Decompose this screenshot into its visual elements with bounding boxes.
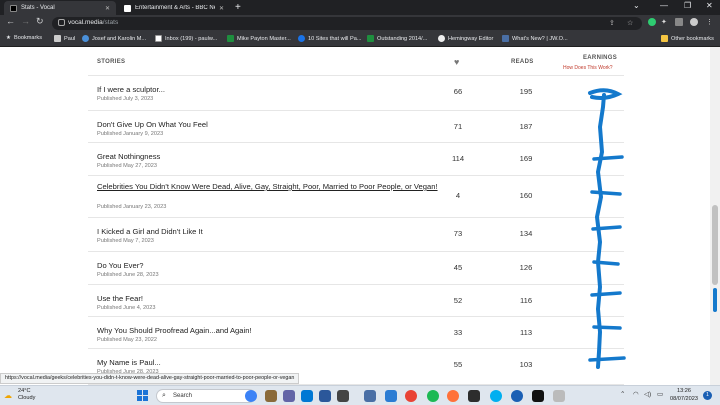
battery-icon[interactable]: ▭ — [657, 390, 663, 398]
folder-icon — [54, 35, 61, 42]
show-hidden-icons-icon[interactable]: ⌃ — [620, 390, 625, 398]
restore-icon[interactable]: ❐ — [684, 1, 691, 10]
bookmark-inbox[interactable]: Inbox (199) - paulw... — [155, 35, 217, 42]
site-icon — [298, 35, 305, 42]
terminal-icon[interactable] — [532, 390, 544, 402]
search-icon: ⌕ — [162, 392, 166, 399]
app-icon[interactable] — [553, 390, 565, 402]
close-tab-icon[interactable]: ✕ — [219, 5, 224, 12]
bookmark-star-icon[interactable]: ☆ — [627, 19, 633, 27]
bookmark-hemingway[interactable]: Hemingway Editor — [438, 35, 493, 42]
start-windows-icon[interactable] — [137, 390, 148, 401]
address-url: vocal.media/stats — [68, 19, 119, 26]
app-icon[interactable] — [468, 390, 480, 402]
outlook-icon[interactable] — [301, 390, 313, 402]
cloud-sun-icon: ☁ — [4, 391, 12, 400]
mail-icon — [155, 35, 162, 42]
bing-icon[interactable] — [245, 390, 257, 402]
hemingway-icon — [438, 35, 445, 42]
profile-avatar[interactable] — [690, 18, 698, 26]
bookmark-josef[interactable]: Josef and Karolin M... — [82, 35, 146, 42]
folder-icon — [661, 35, 668, 42]
blue-mark — [713, 288, 717, 312]
other-bookmarks[interactable]: Other bookmarks — [661, 35, 714, 42]
tab-stats-vocal[interactable]: Stats - Vocal ✕ — [4, 1, 116, 15]
volume-icon[interactable]: ◁) — [644, 390, 651, 398]
sheets-icon — [367, 35, 374, 42]
browser-toolbar: ← → ↻ vocal.media/stats ⇪ ☆ ✦ ⋮ — [0, 15, 720, 32]
spotify-icon[interactable] — [427, 390, 439, 402]
bookmark-jw[interactable]: What's New? | JW.O... — [502, 35, 568, 42]
wifi-icon[interactable]: ◠ — [633, 390, 639, 398]
bookmark-outstanding[interactable]: Outstanding 2014/... — [367, 35, 427, 42]
tab-label: Entertainment & Arts - BBC News — [135, 5, 215, 11]
globe-icon — [82, 35, 89, 42]
bookmark-10sites[interactable]: 10 Sites that will Pa... — [298, 35, 361, 42]
word-icon[interactable] — [319, 390, 331, 402]
forward-icon[interactable]: → — [21, 16, 30, 26]
bookmarks-menu[interactable]: ★ Bookmarks — [6, 35, 42, 41]
app-icon[interactable] — [511, 390, 523, 402]
photos-icon[interactable] — [385, 390, 397, 402]
stats-page: STORIES ♥ READS EARNINGS How Does This W… — [0, 47, 720, 385]
jw-icon — [502, 35, 509, 42]
browser-tab-bar: Stats - Vocal ✕ Entertainment & Arts - B… — [0, 0, 720, 15]
lock-icon — [58, 19, 65, 26]
earnings-scribble-overlay — [588, 88, 626, 369]
close-window-icon[interactable]: ✕ — [706, 1, 713, 10]
clock[interactable]: 13:26 08/07/2023 — [670, 388, 698, 403]
tab-label: Stats - Vocal — [21, 5, 55, 11]
tab-bbc-news[interactable]: Entertainment & Arts - BBC News ✕ — [118, 1, 230, 15]
bookmark-mike[interactable]: Mike Payton Master... — [227, 35, 291, 42]
bbc-favicon-icon — [124, 4, 131, 12]
back-icon[interactable]: ← — [6, 16, 15, 26]
bookmarks-bar: ★ Bookmarks Paul Josef and Karolin M... I… — [0, 32, 720, 47]
notification-badge[interactable]: 1 — [703, 391, 712, 400]
bookmark-paul[interactable]: Paul — [54, 35, 75, 42]
jw-app-icon[interactable] — [364, 390, 376, 402]
sheets-icon — [227, 35, 234, 42]
vocal-favicon-icon — [10, 4, 17, 12]
reload-icon[interactable]: ↻ — [36, 16, 44, 27]
side-panel-icon[interactable] — [675, 18, 683, 26]
minimize-icon[interactable]: — — [660, 1, 668, 10]
star-icon: ★ — [6, 35, 12, 41]
tab-search-icon[interactable]: ⌄ — [633, 1, 640, 10]
status-bar-url: https://vocal.media/geeks/celebrities-yo… — [0, 373, 300, 384]
address-bar[interactable]: vocal.media/stats ⇪ ☆ — [52, 17, 642, 30]
app-icon[interactable] — [337, 390, 349, 402]
teams-icon[interactable] — [283, 390, 295, 402]
close-tab-icon[interactable]: ✕ — [105, 5, 110, 12]
scrollbar-thumb[interactable] — [712, 205, 718, 285]
scribble-strikes — [588, 155, 626, 362]
skype-icon[interactable] — [490, 390, 502, 402]
share-icon[interactable]: ⇪ — [609, 19, 615, 27]
extension-icon[interactable] — [648, 18, 656, 26]
taskbar-search[interactable]: ⌕ Search — [156, 389, 256, 403]
firefox-icon[interactable] — [447, 390, 459, 402]
new-tab-icon[interactable]: + — [235, 2, 241, 13]
menu-icon[interactable]: ⋮ — [706, 18, 713, 26]
windows-taskbar: 24°C Cloudy ☁ ⌕ Search ⌃ ◠ ◁) ▭ 13:26 08… — [0, 385, 720, 405]
extensions-puzzle-icon[interactable]: ✦ — [661, 18, 667, 26]
file-explorer-icon[interactable] — [265, 390, 277, 402]
chrome-icon[interactable] — [405, 390, 417, 402]
